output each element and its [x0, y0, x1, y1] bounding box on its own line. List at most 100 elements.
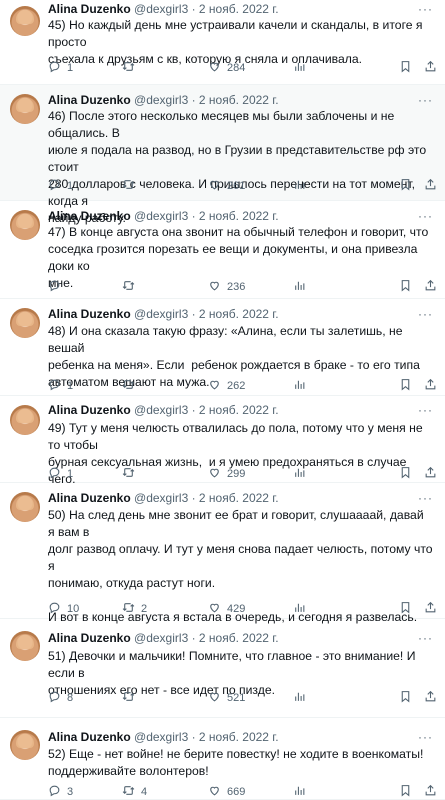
- more-options-icon[interactable]: ···: [418, 631, 433, 645]
- share-button[interactable]: [424, 601, 443, 617]
- share-button[interactable]: [424, 378, 443, 394]
- like-button[interactable]: 429: [208, 601, 245, 617]
- tweet-date[interactable]: · 2 нояб. 2022 г.: [192, 93, 279, 107]
- retweet-icon: [122, 784, 141, 800]
- avatar[interactable]: [10, 730, 40, 760]
- views-button[interactable]: [293, 279, 312, 295]
- tweet[interactable]: Alina Duzenko @dexgirl3 · 2 нояб. 2022 г…: [0, 396, 445, 486]
- tweet-date[interactable]: · 2 нояб. 2022 г.: [192, 730, 279, 744]
- retweet-button[interactable]: 4: [122, 784, 147, 800]
- tweet-date[interactable]: · 2 нояб. 2022 г.: [192, 307, 279, 321]
- avatar[interactable]: [10, 405, 40, 435]
- tweet-date[interactable]: · 2 нояб. 2022 г.: [192, 2, 279, 16]
- bookmark-button[interactable]: [399, 690, 418, 706]
- tweet[interactable]: Alina Duzenko @dexgirl3 · 2 нояб. 2022 г…: [0, 483, 445, 624]
- avatar[interactable]: [10, 6, 40, 36]
- like-button[interactable]: 669: [208, 784, 245, 800]
- share-button[interactable]: [424, 466, 443, 482]
- author-handle[interactable]: @dexgirl3: [134, 93, 188, 107]
- views-button[interactable]: [293, 601, 312, 617]
- tweet-date[interactable]: · 2 нояб. 2022 г.: [192, 491, 279, 505]
- author-name[interactable]: Alina Duzenko: [48, 209, 131, 223]
- retweet-button[interactable]: [122, 279, 141, 295]
- avatar[interactable]: [10, 308, 40, 338]
- tweet[interactable]: Alina Duzenko @dexgirl3 · 2 нояб. 2022 г…: [0, 299, 445, 396]
- avatar[interactable]: [10, 94, 40, 124]
- author-name[interactable]: Alina Duzenko: [48, 730, 131, 744]
- tweet[interactable]: Alina Duzenko @dexgirl3 · 2 нояб. 2022 г…: [0, 619, 445, 718]
- reply-button[interactable]: 1: [48, 60, 73, 76]
- bookmark-button[interactable]: [399, 601, 418, 617]
- author-handle[interactable]: @dexgirl3: [134, 631, 188, 645]
- more-options-icon[interactable]: ···: [418, 2, 433, 16]
- retweet-icon: [122, 601, 141, 617]
- reply-icon: [48, 466, 67, 482]
- author-handle[interactable]: @dexgirl3: [134, 209, 188, 223]
- views-button[interactable]: [293, 466, 312, 482]
- author-name[interactable]: Alina Duzenko: [48, 93, 131, 107]
- retweet-button[interactable]: [122, 378, 141, 394]
- retweet-button[interactable]: [122, 178, 141, 194]
- more-options-icon[interactable]: ···: [418, 209, 433, 223]
- tweet[interactable]: Alina Duzenko @dexgirl3 · 2 нояб. 2022 г…: [0, 0, 445, 85]
- avatar[interactable]: [10, 631, 40, 661]
- author-handle[interactable]: @dexgirl3: [134, 307, 188, 321]
- reply-button[interactable]: 1: [48, 178, 73, 194]
- like-button[interactable]: 299: [208, 466, 245, 482]
- reply-button[interactable]: 3: [48, 784, 73, 800]
- like-button[interactable]: 521: [208, 690, 245, 706]
- avatar[interactable]: [10, 210, 40, 240]
- views-button[interactable]: [293, 690, 312, 706]
- share-button[interactable]: [424, 784, 443, 800]
- bookmark-button[interactable]: [399, 178, 418, 194]
- more-options-icon[interactable]: ···: [418, 403, 433, 417]
- bookmark-button[interactable]: [399, 466, 418, 482]
- author-handle[interactable]: @dexgirl3: [134, 730, 188, 744]
- author-handle[interactable]: @dexgirl3: [134, 491, 188, 505]
- author-name[interactable]: Alina Duzenko: [48, 491, 131, 505]
- like-button[interactable]: 261: [208, 178, 245, 194]
- bookmark-button[interactable]: [399, 784, 418, 800]
- share-button[interactable]: [424, 690, 443, 706]
- more-options-icon[interactable]: ···: [418, 93, 433, 107]
- reply-button[interactable]: 10: [48, 601, 79, 617]
- views-button[interactable]: [293, 178, 312, 194]
- reply-button[interactable]: 8: [48, 690, 73, 706]
- more-options-icon[interactable]: ···: [418, 307, 433, 321]
- tweet-date[interactable]: · 2 нояб. 2022 г.: [192, 403, 279, 417]
- more-options-icon[interactable]: ···: [418, 730, 433, 744]
- retweet-icon: [122, 378, 141, 394]
- more-options-icon[interactable]: ···: [418, 491, 433, 505]
- author-handle[interactable]: @dexgirl3: [134, 403, 188, 417]
- author-name[interactable]: Alina Duzenko: [48, 2, 131, 16]
- share-button[interactable]: [424, 279, 443, 295]
- reply-button[interactable]: [48, 279, 67, 295]
- tweet[interactable]: Alina Duzenko @dexgirl3 · 2 нояб. 2022 г…: [0, 718, 445, 800]
- views-button[interactable]: [293, 60, 312, 76]
- tweet-date[interactable]: · 2 нояб. 2022 г.: [192, 631, 279, 645]
- bookmark-button[interactable]: [399, 60, 418, 76]
- like-button[interactable]: 284: [208, 60, 245, 76]
- avatar[interactable]: [10, 492, 40, 522]
- retweet-button[interactable]: 2: [122, 601, 147, 617]
- share-button[interactable]: [424, 60, 443, 76]
- author-handle[interactable]: @dexgirl3: [134, 2, 188, 16]
- tweet-date[interactable]: · 2 нояб. 2022 г.: [192, 209, 279, 223]
- reply-button[interactable]: 1: [48, 466, 73, 482]
- author-name[interactable]: Alina Duzenko: [48, 631, 131, 645]
- retweet-button[interactable]: [122, 466, 141, 482]
- views-button[interactable]: [293, 784, 312, 800]
- bookmark-button[interactable]: [399, 378, 418, 394]
- like-button[interactable]: 236: [208, 279, 245, 295]
- retweet-button[interactable]: [122, 60, 141, 76]
- retweet-button[interactable]: [122, 690, 141, 706]
- bookmark-button[interactable]: [399, 279, 418, 295]
- tweet[interactable]: Alina Duzenko @dexgirl3 · 2 нояб. 2022 г…: [0, 201, 445, 299]
- author-name[interactable]: Alina Duzenko: [48, 403, 131, 417]
- views-button[interactable]: [293, 378, 312, 394]
- like-button[interactable]: 262: [208, 378, 245, 394]
- author-name[interactable]: Alina Duzenko: [48, 307, 131, 321]
- share-button[interactable]: [424, 178, 443, 194]
- tweet[interactable]: Alina Duzenko @dexgirl3 · 2 нояб. 2022 г…: [0, 85, 445, 225]
- reply-button[interactable]: 1: [48, 378, 73, 394]
